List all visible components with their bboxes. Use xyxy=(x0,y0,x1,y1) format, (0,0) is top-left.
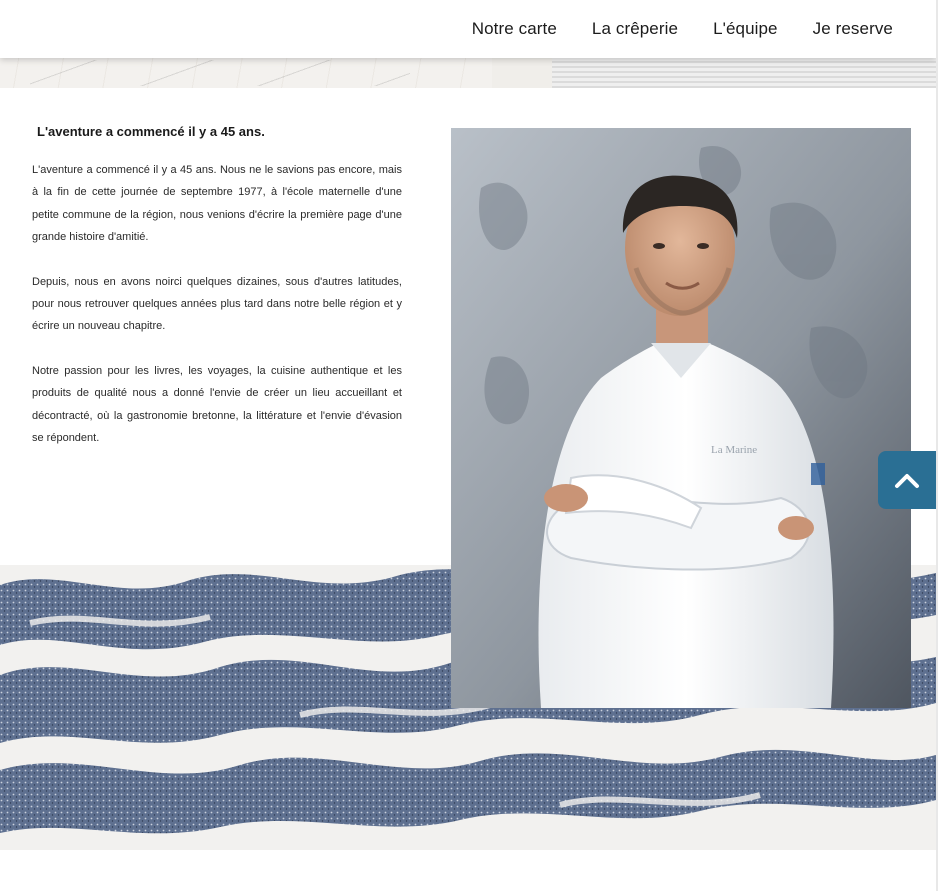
intro-paragraph: Depuis, nous en avons noirci quelques di… xyxy=(32,275,402,333)
intro-paragraph: Notre passion pour les livres, les voyag… xyxy=(32,364,402,445)
main-nav: Notre carte La crêperie L'équipe Je rese… xyxy=(437,0,893,58)
nav-item-je-reserve[interactable]: Je reserve xyxy=(813,0,893,58)
plain-paper xyxy=(492,58,552,88)
site-header: Notre carte La crêperie L'équipe Je rese… xyxy=(0,0,936,58)
newspaper-texture xyxy=(552,58,936,88)
scroll-top-button[interactable] xyxy=(878,451,936,509)
chevron-up-icon xyxy=(895,474,919,488)
jacket-logo-text: La Marine xyxy=(711,444,757,456)
decorative-paper-band xyxy=(0,58,936,88)
nav-item-l-equipe[interactable]: L'équipe xyxy=(713,0,778,58)
handwriting-texture xyxy=(30,60,410,86)
intro-paragraph: L'aventure a commencé il y a 45 ans. Nou… xyxy=(32,164,402,244)
nav-item-notre-carte[interactable]: Notre carte xyxy=(472,0,557,58)
chef-photo: La Marine xyxy=(451,128,911,708)
chef-illustration: La Marine xyxy=(451,128,911,708)
intro-text: L'aventure a commencé il y a 45 ans. Nou… xyxy=(32,159,402,471)
nav-item-la-creperie[interactable]: La crêperie xyxy=(592,0,678,58)
section-title: L'aventure a commencé il y a 45 ans. xyxy=(37,124,265,139)
